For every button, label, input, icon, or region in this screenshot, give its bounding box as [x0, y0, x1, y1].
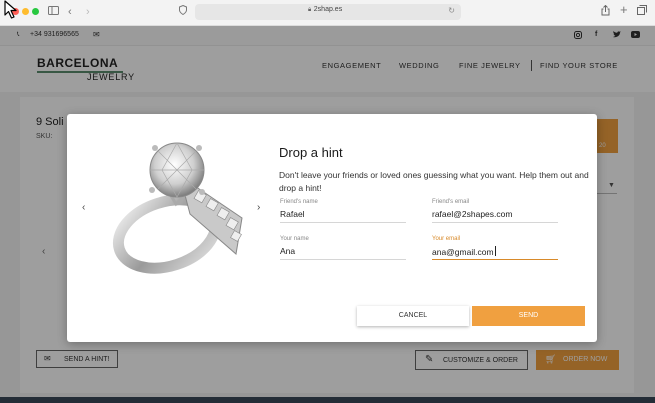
field-underline	[432, 222, 558, 223]
your-email-label: Your email	[432, 236, 461, 242]
cancel-button[interactable]: CANCEL	[357, 306, 469, 326]
text-caret	[494, 246, 496, 256]
your-email-input[interactable]: ana@gmail.com	[432, 246, 558, 259]
share-icon[interactable]	[601, 4, 610, 20]
field-underline-focused	[432, 259, 558, 260]
image-next-icon[interactable]: ›	[257, 202, 260, 213]
url-text: 2shap.es	[313, 6, 343, 13]
friend-email-field[interactable]: Friend's email rafael@2shapes.com	[432, 199, 558, 223]
window-maximize-button[interactable]	[32, 8, 39, 15]
modal-title: Drop a hint	[279, 145, 343, 160]
tabs-overview-icon[interactable]	[637, 5, 647, 19]
new-tab-icon[interactable]: +	[620, 3, 628, 17]
window-minimize-button[interactable]	[22, 8, 29, 15]
sidebar-icon[interactable]	[48, 5, 59, 19]
your-email-field[interactable]: Your email ana@gmail.com	[432, 236, 558, 260]
field-underline	[280, 259, 406, 260]
friend-name-label: Friend's name	[280, 199, 318, 205]
image-prev-icon[interactable]: ‹	[82, 202, 85, 213]
your-name-field[interactable]: Your name Ana	[280, 236, 406, 260]
mouse-cursor-icon	[4, 0, 17, 19]
your-name-label: Your name	[280, 236, 309, 242]
forward-icon[interactable]: ›	[86, 5, 90, 19]
reload-icon[interactable]: ↻	[448, 6, 455, 15]
friend-email-label: Friend's email	[432, 199, 470, 205]
browser-toolbar: ‹ › 🔒︎ 2shap.es ↻ +	[0, 0, 655, 26]
field-underline	[280, 222, 406, 223]
shield-icon[interactable]	[179, 4, 187, 19]
modal-description: Don't leave your friends or loved ones g…	[279, 170, 589, 193]
ring-image	[112, 142, 243, 274]
address-bar[interactable]: 🔒︎ 2shap.es ↻	[195, 4, 461, 20]
friend-name-input[interactable]: Rafael	[280, 209, 406, 222]
back-icon[interactable]: ‹	[68, 5, 72, 19]
your-name-input[interactable]: Ana	[280, 246, 406, 259]
friend-email-input[interactable]: rafael@2shapes.com	[432, 209, 558, 222]
drop-hint-modal: ‹ › Drop a hint Don't leave your friends…	[67, 114, 597, 342]
your-email-value: ana@gmail.com	[432, 247, 494, 257]
send-button[interactable]: SEND	[472, 306, 585, 326]
friend-name-field[interactable]: Friend's name Rafael	[280, 199, 406, 223]
